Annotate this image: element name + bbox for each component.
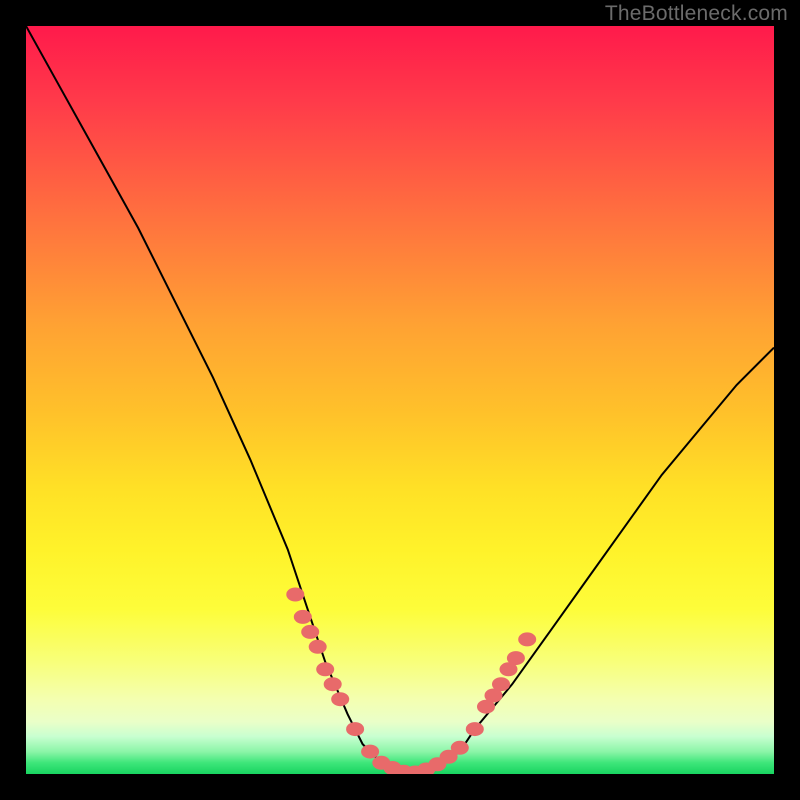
data-marker xyxy=(331,692,349,706)
data-marker xyxy=(309,640,327,654)
chart-frame: TheBottleneck.com xyxy=(0,0,800,800)
data-marker xyxy=(507,651,525,665)
marker-layer xyxy=(286,588,536,775)
data-marker xyxy=(294,610,312,624)
data-marker xyxy=(286,588,304,602)
data-marker xyxy=(451,741,469,755)
curve-layer xyxy=(26,26,774,774)
data-marker xyxy=(466,722,484,736)
data-marker xyxy=(324,677,342,691)
data-marker xyxy=(492,677,510,691)
data-marker xyxy=(518,632,536,646)
watermark-text: TheBottleneck.com xyxy=(605,2,788,26)
data-marker xyxy=(316,662,334,676)
chart-svg xyxy=(26,26,774,774)
data-marker xyxy=(301,625,319,639)
bottleneck-curve xyxy=(26,26,774,774)
data-marker xyxy=(361,745,379,759)
data-marker xyxy=(346,722,364,736)
plot-area xyxy=(26,26,774,774)
